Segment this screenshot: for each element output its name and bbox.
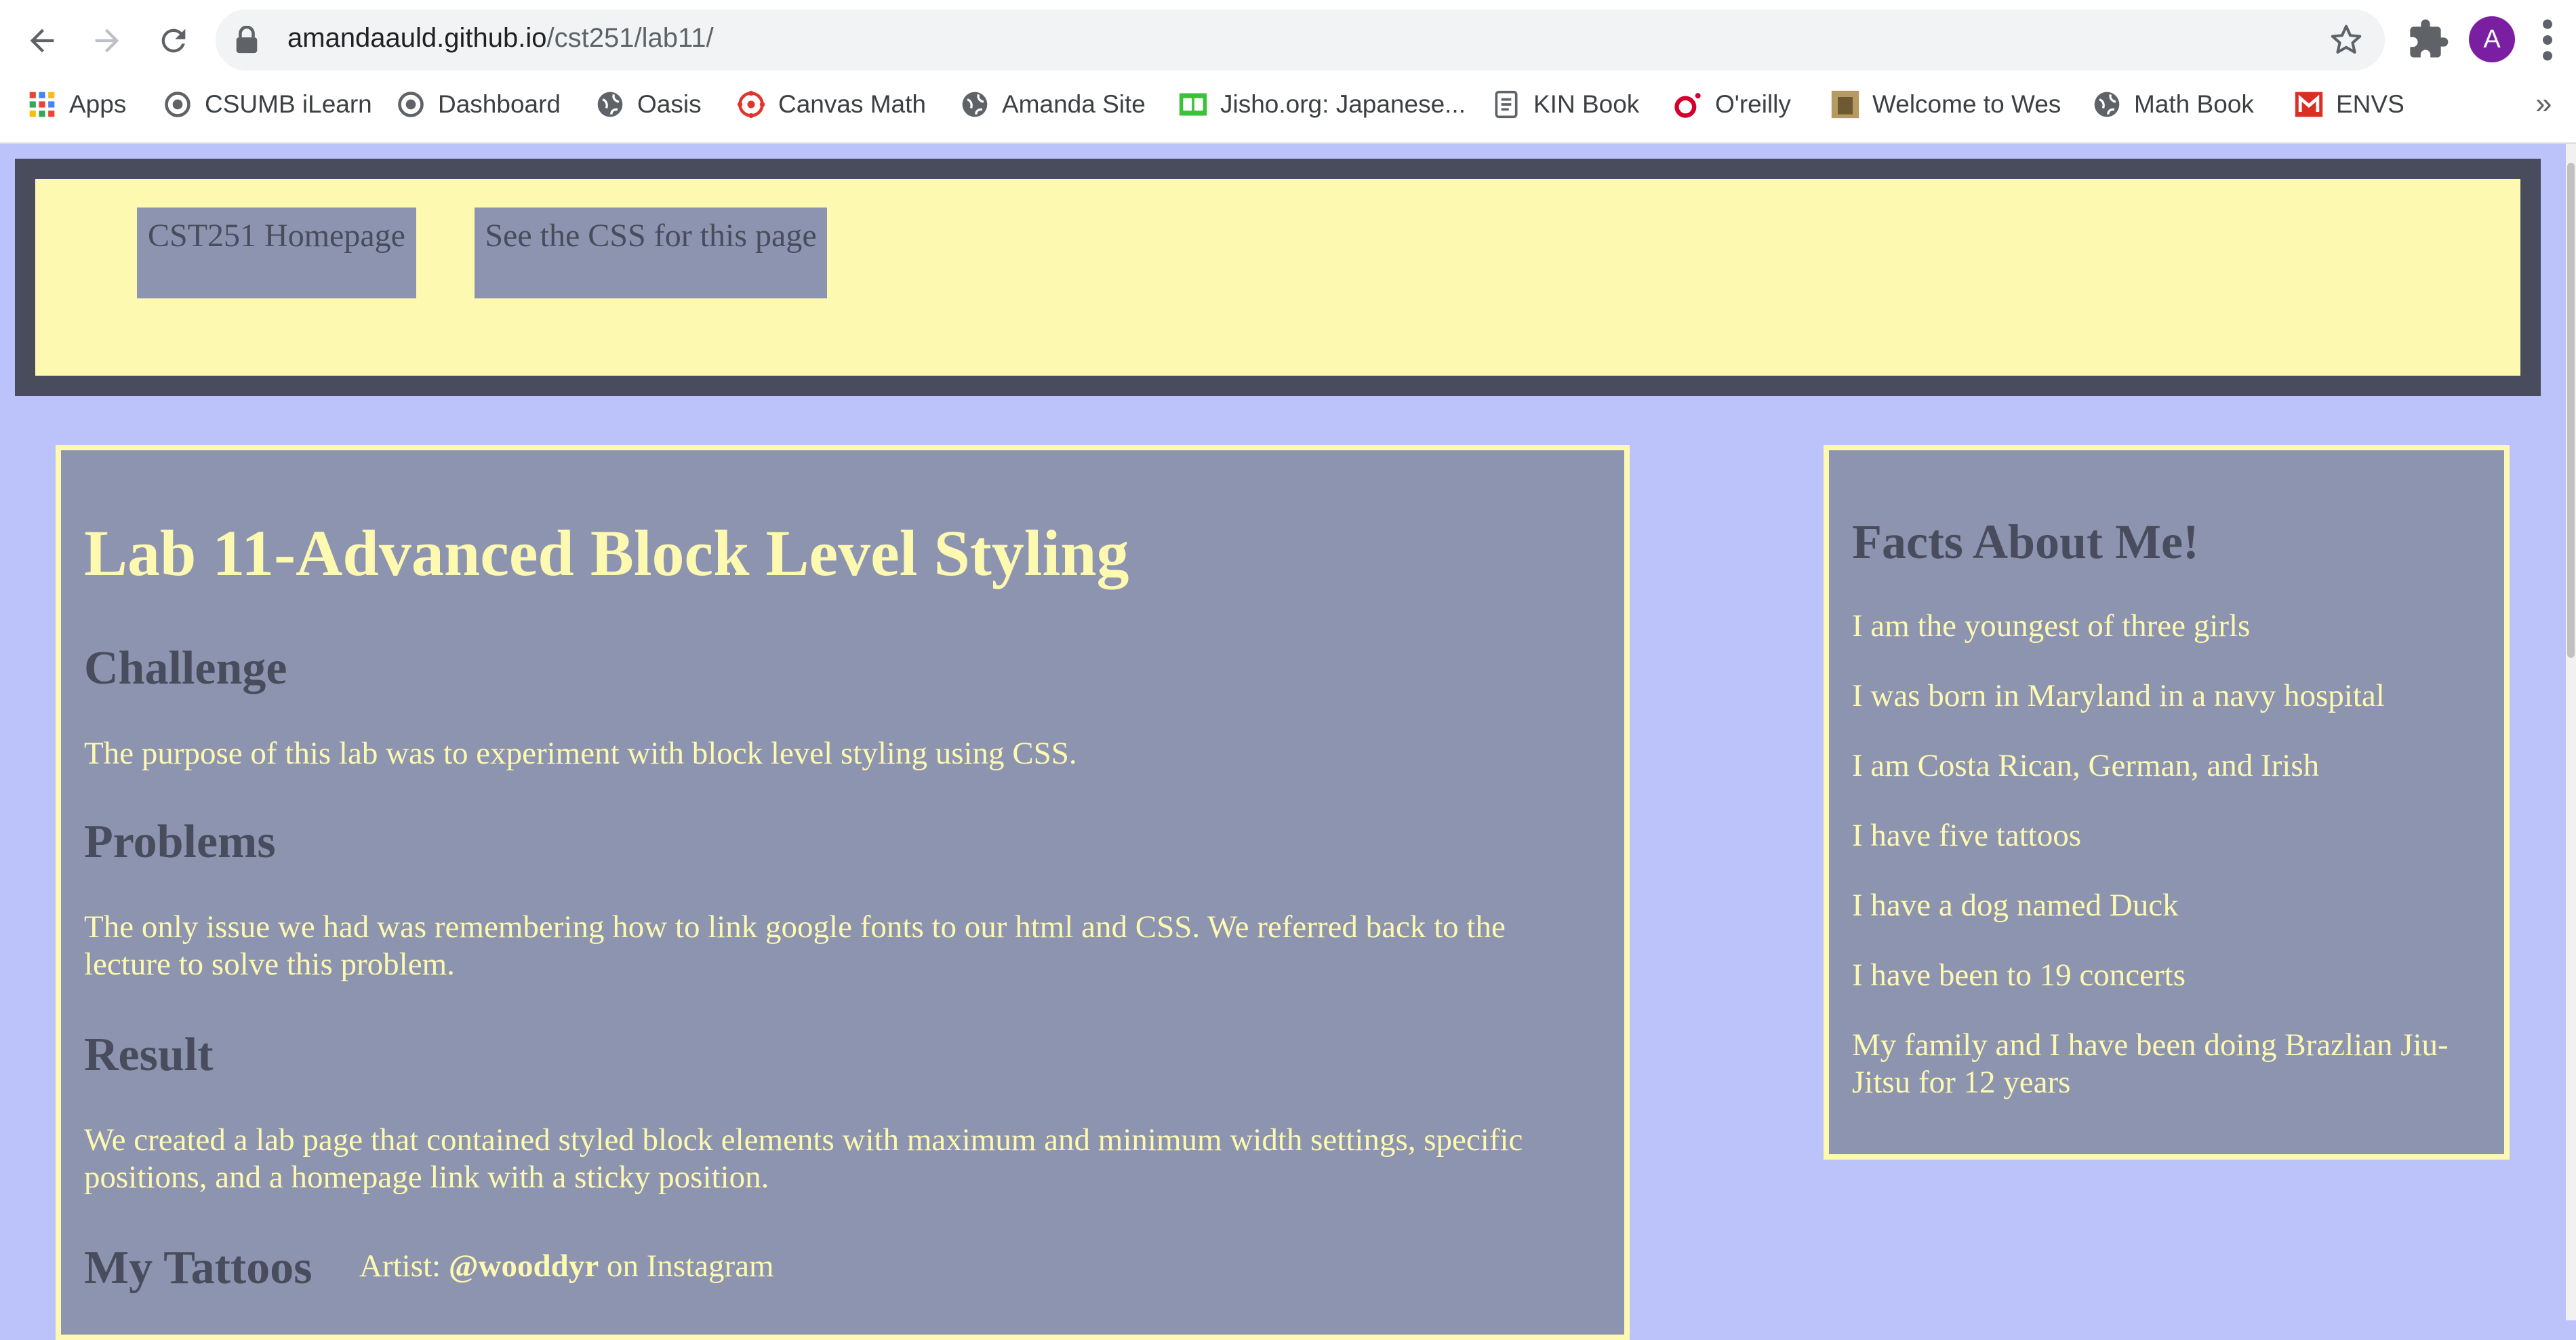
oreilly-icon bbox=[1673, 90, 1703, 119]
facts-sidebar: Facts About Me! I am the youngest of thr… bbox=[1824, 445, 2510, 1160]
reload-icon bbox=[161, 28, 186, 53]
fact-item: My family and I have been doing Brazlian… bbox=[1852, 1027, 2449, 1100]
bookmarks-overflow-chevron-icon[interactable]: » bbox=[2535, 87, 2552, 121]
back-button[interactable] bbox=[16, 15, 68, 66]
bookmark-math-book[interactable]: Math Book bbox=[2092, 85, 2254, 123]
bookmark-label: O'reilly bbox=[1715, 90, 1791, 118]
problems-heading: Problems bbox=[84, 816, 276, 868]
bookmark-dashboard[interactable]: Dashboard bbox=[396, 85, 561, 123]
bookmark-label: Canvas Math bbox=[778, 90, 926, 118]
kebab-menu-icon[interactable] bbox=[2541, 16, 2554, 64]
ilearn-icon bbox=[163, 90, 193, 119]
address-bar[interactable]: amandaauld.github.io/cst251/lab11/ bbox=[216, 9, 2385, 71]
profile-avatar[interactable]: A bbox=[2469, 16, 2515, 62]
fact-item: I have a dog named Duck bbox=[1852, 888, 2179, 923]
page-title: Lab 11-Advanced Block Level Styling bbox=[84, 517, 1129, 589]
bookmark-csumb-ilearn[interactable]: CSUMB iLearn bbox=[163, 85, 372, 123]
lock-icon bbox=[236, 26, 258, 54]
page-viewport: CST251 Homepage See the CSS for this pag… bbox=[0, 144, 2566, 1340]
reload-button[interactable] bbox=[148, 15, 199, 66]
fact-item: I have five tattoos bbox=[1852, 818, 2082, 853]
tattoos-heading: My Tattoos bbox=[84, 1242, 313, 1294]
main-content-panel: Lab 11-Advanced Block Level Styling Chal… bbox=[56, 445, 1630, 1340]
fact-item: I was born in Maryland in a navy hospita… bbox=[1852, 678, 2385, 713]
url-path: /cst251/lab11/ bbox=[546, 23, 714, 53]
bookmark-star-icon[interactable] bbox=[2328, 22, 2364, 58]
bookmark-jisho[interactable]: Jisho.org: Japanese... bbox=[1178, 85, 1466, 123]
bookmark-oasis[interactable]: Oasis bbox=[595, 85, 702, 123]
artist-handle: @wooddyr bbox=[448, 1248, 599, 1284]
facts-list: I am the youngest of three girls I was b… bbox=[1852, 608, 2476, 1134]
bookmark-label: Welcome to Wes bbox=[1872, 90, 2061, 118]
bookmark-label: Oasis bbox=[637, 90, 702, 118]
site-header: CST251 Homepage See the CSS for this pag… bbox=[15, 159, 2541, 396]
bookmark-label: Math Book bbox=[2134, 90, 2254, 118]
problems-text: The only issue we had was remembering ho… bbox=[84, 909, 1506, 982]
challenge-heading: Challenge bbox=[84, 642, 287, 694]
browser-chrome: amandaauld.github.io/cst251/lab11/ A App… bbox=[0, 0, 2576, 144]
gmail-icon bbox=[2294, 90, 2324, 119]
bookmark-label: Amanda Site bbox=[1002, 90, 1146, 118]
globe-icon bbox=[2092, 90, 2122, 119]
canvas-icon bbox=[736, 90, 766, 119]
document-icon bbox=[1491, 90, 1521, 119]
see-css-link[interactable]: See the CSS for this page bbox=[475, 208, 827, 298]
bookmark-label: Apps bbox=[69, 90, 127, 118]
bookmark-label: KIN Book bbox=[1533, 90, 1640, 118]
jisho-icon bbox=[1178, 90, 1208, 119]
result-text: We created a lab page that contained sty… bbox=[84, 1122, 1523, 1195]
url-text: amandaauld.github.io/cst251/lab11/ bbox=[287, 23, 714, 54]
fact-item: I am Costa Rican, German, and Irish bbox=[1852, 748, 2320, 783]
bookmark-label: Dashboard bbox=[438, 90, 561, 118]
cst251-homepage-link[interactable]: CST251 Homepage bbox=[137, 208, 416, 298]
bookmark-kin-book[interactable]: KIN Book bbox=[1491, 85, 1639, 123]
challenge-text: The purpose of this lab was to experimen… bbox=[84, 736, 1077, 771]
bookmark-apps[interactable]: Apps bbox=[27, 85, 126, 123]
bookmark-welcome-to-wes[interactable]: Welcome to Wes bbox=[1830, 85, 2061, 123]
wes-icon bbox=[1830, 90, 1860, 119]
fact-item: I am the youngest of three girls bbox=[1852, 608, 2251, 644]
forward-button[interactable] bbox=[81, 15, 133, 66]
bookmark-label: Jisho.org: Japanese... bbox=[1220, 90, 1466, 118]
bookmark-canvas-math[interactable]: Canvas Math bbox=[736, 85, 926, 123]
fact-item: I have been to 19 concerts bbox=[1852, 958, 2186, 993]
bookmarks-bar: Apps CSUMB iLearn Dashboard Oasis Canvas… bbox=[0, 81, 2576, 127]
artist-suffix: on Instagram bbox=[599, 1248, 774, 1284]
bookmark-label: CSUMB iLearn bbox=[205, 90, 372, 118]
page-scrollbar-thumb[interactable] bbox=[2567, 163, 2575, 658]
url-host: amandaauld.github.io bbox=[287, 23, 547, 53]
artist-prefix: Artist: bbox=[359, 1248, 449, 1284]
back-arrow-icon bbox=[30, 28, 54, 53]
facts-heading: Facts About Me! bbox=[1852, 515, 2199, 569]
globe-icon bbox=[960, 90, 990, 119]
artist-credit: Artist: @wooddyr on Instagram bbox=[359, 1248, 774, 1284]
apps-grid-icon bbox=[27, 90, 57, 119]
globe-icon bbox=[595, 90, 625, 119]
extensions-puzzle-icon[interactable] bbox=[2407, 18, 2450, 61]
browser-toolbar: amandaauld.github.io/cst251/lab11/ A bbox=[0, 0, 2576, 81]
result-heading: Result bbox=[84, 1029, 214, 1081]
forward-arrow-icon bbox=[95, 28, 119, 53]
dashboard-icon bbox=[396, 90, 426, 119]
bookmark-amanda-site[interactable]: Amanda Site bbox=[960, 85, 1146, 123]
bookmark-oreilly[interactable]: O'reilly bbox=[1673, 85, 1791, 123]
bookmark-envs[interactable]: ENVS bbox=[2294, 85, 2404, 123]
bookmark-label: ENVS bbox=[2336, 90, 2404, 118]
